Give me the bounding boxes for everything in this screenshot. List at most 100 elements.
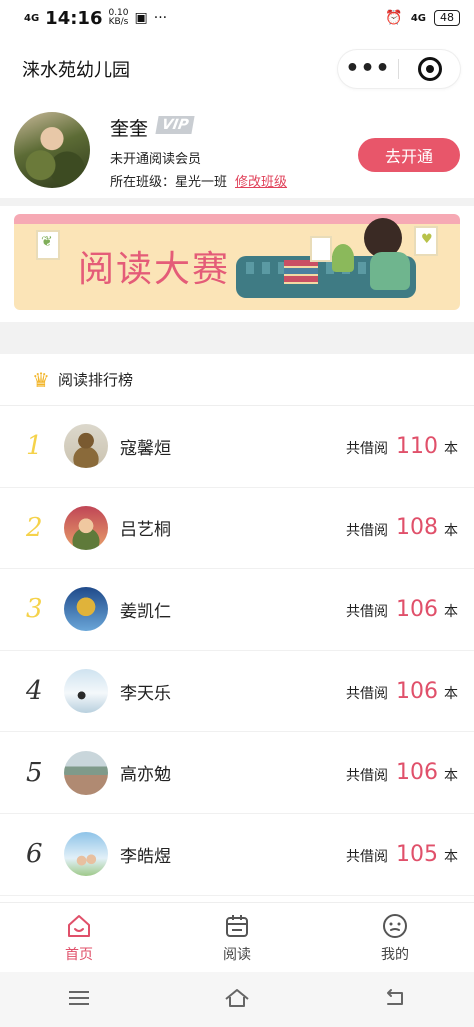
- picture-frame-decoration: [310, 236, 332, 262]
- tab-home[interactable]: 首页: [0, 903, 158, 972]
- banner-section: 阅读大赛: [0, 198, 474, 322]
- tab-label: 阅读: [223, 946, 251, 963]
- avatar: [64, 669, 108, 714]
- home-icon: [68, 914, 90, 937]
- borrow-count: 共借阅 108 本: [346, 488, 458, 569]
- ranking-row[interactable]: 2 吕艺桐 共借阅 108 本: [0, 488, 474, 570]
- borrow-label: 共借阅: [346, 441, 388, 458]
- ranking-title: 阅读排行榜: [57, 371, 133, 389]
- borrow-label: 共借阅: [346, 767, 388, 784]
- student-name: 高亦勉: [120, 765, 171, 786]
- back-nav-button[interactable]: [382, 987, 408, 1013]
- borrow-unit: 本: [444, 604, 458, 621]
- more-notifications: ···: [153, 10, 168, 26]
- avatar[interactable]: [14, 112, 90, 188]
- borrow-number: 106: [396, 678, 438, 704]
- borrow-count: 共借阅 105 本: [346, 814, 458, 895]
- net-speed: 0.10 KB/s: [108, 8, 129, 27]
- tab-reading[interactable]: 阅读: [158, 903, 316, 972]
- borrow-count: 共借阅 106 本: [346, 569, 458, 650]
- alarm-clock-icon: ⏰: [385, 10, 403, 26]
- change-class-link[interactable]: 修改班级: [235, 175, 287, 190]
- borrow-unit: 本: [444, 686, 458, 703]
- girl-illustration-body: [370, 252, 410, 290]
- class-label: 所在班级：星光一班: [110, 175, 228, 190]
- rank-number: 5: [26, 757, 43, 788]
- more-dots-icon[interactable]: •••: [338, 58, 398, 80]
- student-name: 姜凯仁: [120, 601, 171, 622]
- rank-number: 1: [26, 431, 43, 462]
- borrow-unit: 本: [444, 441, 458, 458]
- borrow-label: 共借阅: [346, 604, 388, 621]
- open-membership-button[interactable]: 去开通: [358, 138, 460, 172]
- rank-number: 6: [26, 839, 43, 870]
- signal-indicator-right: 4G: [410, 12, 426, 24]
- rank-number: 4: [26, 676, 43, 707]
- avatar: [64, 505, 108, 550]
- vip-badge: VIP: [155, 116, 195, 134]
- borrow-unit: 本: [444, 767, 458, 784]
- app-notification-icon: ▣: [134, 10, 148, 26]
- tab-mine[interactable]: 我的: [316, 903, 474, 972]
- ranking-row[interactable]: 5 高亦勉 共借阅 106 本: [0, 732, 474, 814]
- student-name: 李皓煜: [120, 846, 171, 867]
- plant-illustration: [332, 244, 354, 272]
- ranking-card: ♛ 阅读排行榜 1 寇馨烜 共借阅 110 本 2 吕艺桐 共借阅 108 本 …: [0, 354, 474, 902]
- home-nav-button[interactable]: [224, 987, 250, 1013]
- target-close-icon[interactable]: [399, 57, 460, 81]
- profile-section: 奎奎 VIP 未开通阅读会员 所在班级：星光一班 修改班级 去开通: [0, 102, 474, 198]
- bottom-tab-bar: 首页 阅读 我的: [0, 902, 474, 972]
- tab-label: 首页: [65, 946, 93, 963]
- borrow-number: 106: [396, 760, 438, 786]
- student-name: 吕艺桐: [120, 520, 171, 541]
- ranking-list: 1 寇馨烜 共借阅 110 本 2 吕艺桐 共借阅 108 本 3 姜凯仁 共借…: [0, 406, 474, 896]
- class-row: 所在班级：星光一班 修改班级: [110, 171, 287, 190]
- ranking-row[interactable]: 1 寇馨烜 共借阅 110 本: [0, 406, 474, 488]
- student-name: 寇馨烜: [120, 438, 171, 459]
- menu-nav-button[interactable]: [66, 987, 92, 1013]
- borrow-label: 共借阅: [346, 686, 388, 703]
- borrow-count: 共借阅 106 本: [346, 732, 458, 813]
- page-title: 涞水苑幼儿园: [22, 60, 130, 81]
- borrow-label: 共借阅: [346, 849, 388, 866]
- member-status: 未开通阅读会员: [110, 152, 202, 167]
- borrow-unit: 本: [444, 522, 458, 539]
- rank-number: 2: [26, 512, 43, 543]
- ranking-row[interactable]: 4 李天乐 共借阅 106 本: [0, 651, 474, 733]
- home-outline-icon: [225, 988, 249, 1007]
- miniprogram-capsule: •••: [338, 50, 460, 88]
- avatar: [64, 424, 108, 469]
- ranking-row[interactable]: 6 李皓煜 共借阅 105 本: [0, 814, 474, 896]
- heart-frame-decoration: [414, 226, 438, 256]
- borrow-count: 共借阅 106 本: [346, 651, 458, 732]
- borrow-unit: 本: [444, 849, 458, 866]
- avatar: [64, 832, 108, 877]
- system-nav-bar: [0, 972, 474, 1027]
- student-name: 李天乐: [120, 683, 171, 704]
- crown-icon: ♛: [32, 367, 50, 392]
- borrow-number: 108: [396, 515, 438, 541]
- hamburger-icon: [69, 990, 89, 1005]
- tab-label: 我的: [381, 946, 409, 963]
- battery-indicator: 48: [434, 10, 460, 26]
- status-bar: 4G 14:16 0.10 KB/s ▣ ··· ⏰ 4G 48: [0, 0, 474, 36]
- borrow-number: 106: [396, 596, 438, 622]
- rank-number: 3: [26, 594, 43, 625]
- face-icon: [383, 913, 407, 938]
- calendar-icon: [226, 914, 248, 937]
- books-illustration: [284, 260, 318, 284]
- reading-contest-banner[interactable]: 阅读大赛: [14, 214, 460, 310]
- avatar: [64, 750, 108, 795]
- signal-indicator: 4G: [24, 12, 40, 24]
- banner-title: 阅读大赛: [78, 249, 231, 290]
- clock: 14:16: [45, 7, 103, 29]
- borrow-number: 110: [396, 433, 438, 459]
- borrow-label: 共借阅: [346, 522, 388, 539]
- ranking-row[interactable]: 3 姜凯仁 共借阅 106 本: [0, 569, 474, 651]
- title-bar: 涞水苑幼儿园 •••: [0, 36, 474, 102]
- ranking-header: ♛ 阅读排行榜: [0, 354, 474, 406]
- borrow-number: 105: [396, 841, 438, 867]
- avatar: [64, 587, 108, 632]
- user-name: 奎奎: [110, 118, 149, 140]
- back-arrow-icon: [387, 988, 403, 1005]
